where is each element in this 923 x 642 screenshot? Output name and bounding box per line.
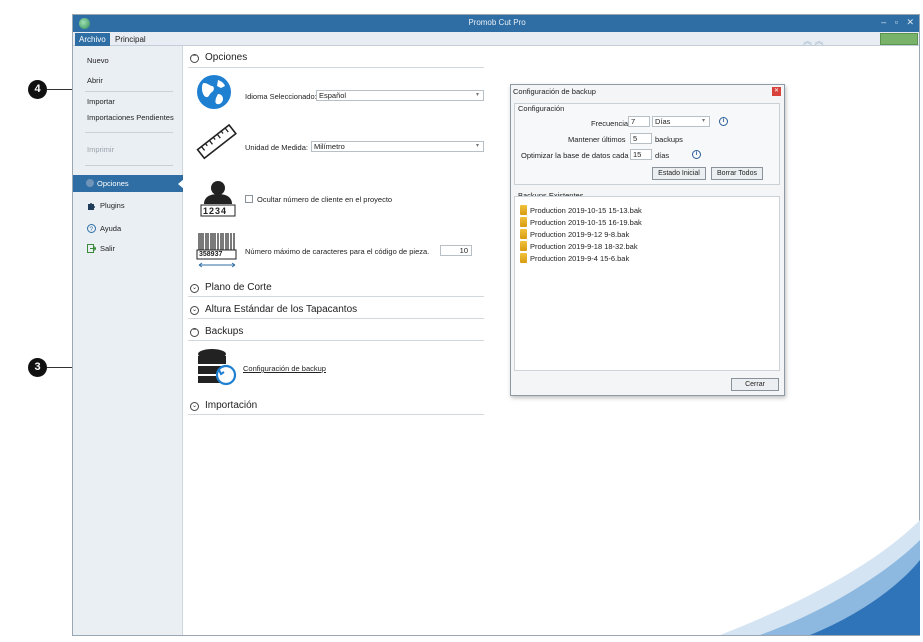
frequency-input[interactable]: 7 [628, 116, 650, 127]
options-icon [86, 179, 94, 187]
section-backups[interactable]: ⌃ Backups [190, 326, 243, 337]
title-bar: Promob Cut Pro ‒ ▫ ✕ [73, 15, 919, 32]
collapse-icon: ⌃ [190, 328, 199, 337]
section-title: Opciones [205, 52, 248, 63]
unit-select[interactable]: Milímetro ▾ [311, 141, 484, 152]
frequency-unit-value: Días [655, 117, 671, 126]
frequency-label: Frecuencia [591, 119, 629, 128]
section-divider [188, 318, 484, 319]
menu-item-label: Opciones [97, 179, 129, 188]
ribbon-action-button[interactable] [880, 33, 918, 45]
backup-list[interactable]: Production 2019-10-15 15-13.bak Producti… [514, 196, 780, 371]
section-importacion[interactable]: ⌄ Importación [190, 400, 257, 411]
keep-input[interactable]: 5 [630, 133, 652, 144]
collapse-chevron-icon[interactable]: ︽ ︽ [803, 34, 824, 47]
menu-item-salir[interactable]: Salir [100, 244, 115, 253]
info-icon[interactable]: i [692, 150, 701, 159]
section-plano-de-corte[interactable]: ⌄ Plano de Corte [190, 282, 272, 293]
chevron-down-icon: ▾ [475, 143, 479, 149]
clear-all-button[interactable]: Borrar Todos [711, 167, 763, 180]
backup-filename: Production 2019-9-4 15-6.bak [530, 254, 630, 263]
globe-icon [197, 75, 231, 109]
ruler-icon [196, 124, 237, 160]
chevron-down-icon: ▾ [475, 92, 479, 98]
language-label: Idioma Seleccionado: [245, 92, 317, 101]
keep-label: Mantener últimos [568, 135, 626, 144]
menu-separator [85, 165, 173, 166]
barcode-number-text: 358937 [199, 251, 223, 258]
client-number-text: 1234 [203, 206, 228, 216]
menu-item-ayuda[interactable]: Ayuda [100, 224, 121, 233]
expand-icon: ⌄ [190, 402, 199, 411]
file-icon [520, 241, 527, 251]
backup-filename: Production 2019-10-15 15-13.bak [530, 206, 642, 215]
unit-label: Unidad de Medida: [245, 143, 308, 152]
keep-unit: backups [655, 135, 683, 144]
backup-filename: Production 2019-10-15 16-19.bak [530, 218, 642, 227]
backup-config-link[interactable]: Configuración de backup [243, 364, 326, 373]
puzzle-icon [87, 201, 96, 210]
max-chars-input[interactable]: 10 [440, 245, 472, 256]
menu-item-abrir[interactable]: Abrir [87, 76, 103, 85]
initial-state-button[interactable]: Estado Inicial [652, 167, 706, 180]
database-backup-icon [198, 349, 237, 386]
backup-filename: Production 2019-9-12 9-8.bak [530, 230, 630, 239]
max-chars-label: Número máximo de caracteres para el códi… [245, 247, 430, 256]
section-title: Importación [205, 400, 258, 411]
menu-item-importar[interactable]: Importar [87, 97, 115, 106]
language-value: Español [319, 91, 347, 100]
section-divider [188, 340, 484, 341]
tab-archivo[interactable]: Archivo [75, 33, 110, 46]
config-group-title: Configuración [518, 104, 565, 113]
section-title: Plano de Corte [205, 282, 272, 293]
file-icon [520, 229, 527, 239]
menu-separator [85, 132, 173, 133]
menu-separator [85, 91, 173, 92]
file-icon [520, 205, 527, 215]
chevron-down-icon: ▾ [701, 118, 705, 124]
hide-client-checkbox[interactable] [245, 195, 253, 203]
tab-principal[interactable]: Principal [111, 33, 150, 46]
section-altura-tapacantos[interactable]: ⌄ Altura Estándar de los Tapacantos [190, 304, 357, 315]
window-title: Promob Cut Pro [468, 18, 526, 27]
section-opciones[interactable]: ⌃ Opciones [190, 52, 247, 63]
optimize-input[interactable]: 15 [630, 149, 652, 160]
frequency-unit-select[interactable]: Días ▾ [652, 116, 710, 127]
file-icon [520, 217, 527, 227]
language-select[interactable]: Español ▾ [316, 90, 484, 101]
menu-item-nuevo[interactable]: Nuevo [87, 56, 109, 65]
optimize-label: Optimizar la base de datos cada [521, 151, 629, 160]
section-divider [188, 67, 484, 68]
unit-value: Milímetro [314, 142, 345, 151]
menu-item-opciones[interactable]: Opciones [73, 175, 184, 192]
optimize-unit: días [655, 151, 670, 160]
decorative-swoosh [720, 520, 920, 635]
menu-item-imprimir[interactable]: Imprimir [87, 145, 114, 154]
window-controls[interactable]: ‒ ▫ ✕ [881, 17, 917, 28]
expand-icon: ⌄ [190, 284, 199, 293]
dialog-title: Configuración de backup [513, 87, 596, 96]
close-button[interactable]: Cerrar [731, 378, 779, 391]
section-title: Altura Estándar de los Tapacantos [205, 304, 358, 315]
menu-item-plugins[interactable]: Plugins [100, 201, 125, 210]
backstage-menu: Nuevo Abrir Importar Importaciones Pendi… [73, 46, 184, 635]
section-divider [188, 296, 484, 297]
exit-icon [87, 244, 97, 253]
section-title: Backups [205, 326, 244, 337]
section-divider [188, 414, 484, 415]
info-icon[interactable]: i [719, 117, 728, 126]
menu-item-importaciones-pendientes[interactable]: Importaciones Pendientes [87, 113, 174, 122]
hide-client-label: Ocultar número de cliente en el proyecto [257, 195, 393, 204]
callout-4: 4 [28, 80, 47, 99]
file-icon [520, 253, 527, 263]
close-icon[interactable]: ✕ [772, 87, 781, 96]
callout-3: 3 [28, 358, 47, 377]
collapse-icon: ⌃ [190, 54, 199, 63]
ribbon: Archivo Principal ︽ ︽ [73, 32, 919, 47]
expand-icon: ⌄ [190, 306, 199, 315]
help-icon: ? [87, 224, 96, 233]
selected-pointer-icon [178, 179, 184, 189]
backup-filename: Production 2019-9-18 18-32.bak [530, 242, 638, 251]
